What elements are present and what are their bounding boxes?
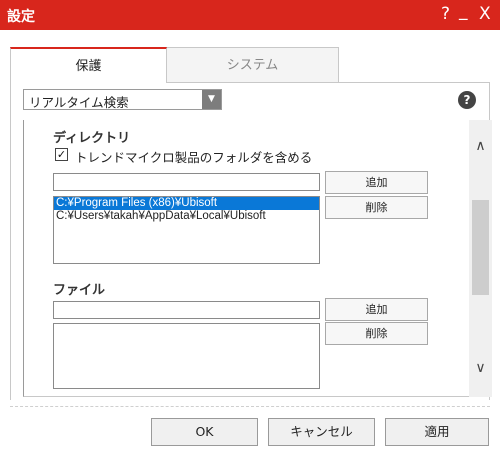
file-add-button[interactable]: 追加: [325, 298, 428, 321]
scan-type-dropdown[interactable]: リアルタイム検索 ▼: [23, 89, 222, 110]
directory-add-button[interactable]: 追加: [325, 171, 428, 194]
chevron-down-icon[interactable]: ▼: [202, 90, 221, 109]
footer-divider: [10, 406, 490, 407]
include-trend-folders-label: トレンドマイクロ製品のフォルダを含める: [75, 150, 313, 165]
scrollbar[interactable]: ∧ ∨: [469, 120, 492, 397]
help-icon[interactable]: ?: [458, 91, 476, 109]
tab-system[interactable]: システム: [167, 47, 339, 83]
ok-button[interactable]: OK: [151, 418, 258, 446]
file-input[interactable]: [53, 301, 320, 319]
file-section-title: ファイル: [53, 283, 106, 298]
cancel-button[interactable]: キャンセル: [268, 418, 375, 446]
directory-section-title: ディレクトリ: [53, 131, 131, 146]
list-item[interactable]: C:¥Users¥takah¥AppData¥Local¥Ubisoft: [54, 210, 319, 223]
close-button[interactable]: X: [479, 4, 491, 24]
dropdown-selected-value: リアルタイム検索: [29, 95, 129, 110]
title-bar: 設定 ? _ X: [0, 0, 500, 30]
directory-list[interactable]: C:¥Program Files (x86)¥Ubisoft C:¥Users¥…: [53, 196, 320, 264]
tab-protection[interactable]: 保護: [10, 47, 167, 83]
file-delete-button[interactable]: 削除: [325, 322, 428, 345]
file-list[interactable]: [53, 323, 320, 389]
scrollbar-thumb[interactable]: [472, 200, 489, 295]
help-button[interactable]: ?: [441, 4, 450, 24]
directory-input[interactable]: [53, 173, 320, 191]
directory-delete-button[interactable]: 削除: [325, 196, 428, 219]
window-title: 設定: [7, 9, 35, 25]
tab-bar: 保護 システム: [10, 47, 490, 83]
scroll-down-icon[interactable]: ∨: [469, 360, 492, 376]
minimize-button[interactable]: _: [459, 1, 468, 21]
apply-button[interactable]: 適用: [385, 418, 489, 446]
list-item[interactable]: C:¥Program Files (x86)¥Ubisoft: [54, 197, 319, 210]
scroll-up-icon[interactable]: ∧: [469, 138, 492, 154]
include-trend-folders-checkbox[interactable]: ✓: [55, 148, 68, 161]
